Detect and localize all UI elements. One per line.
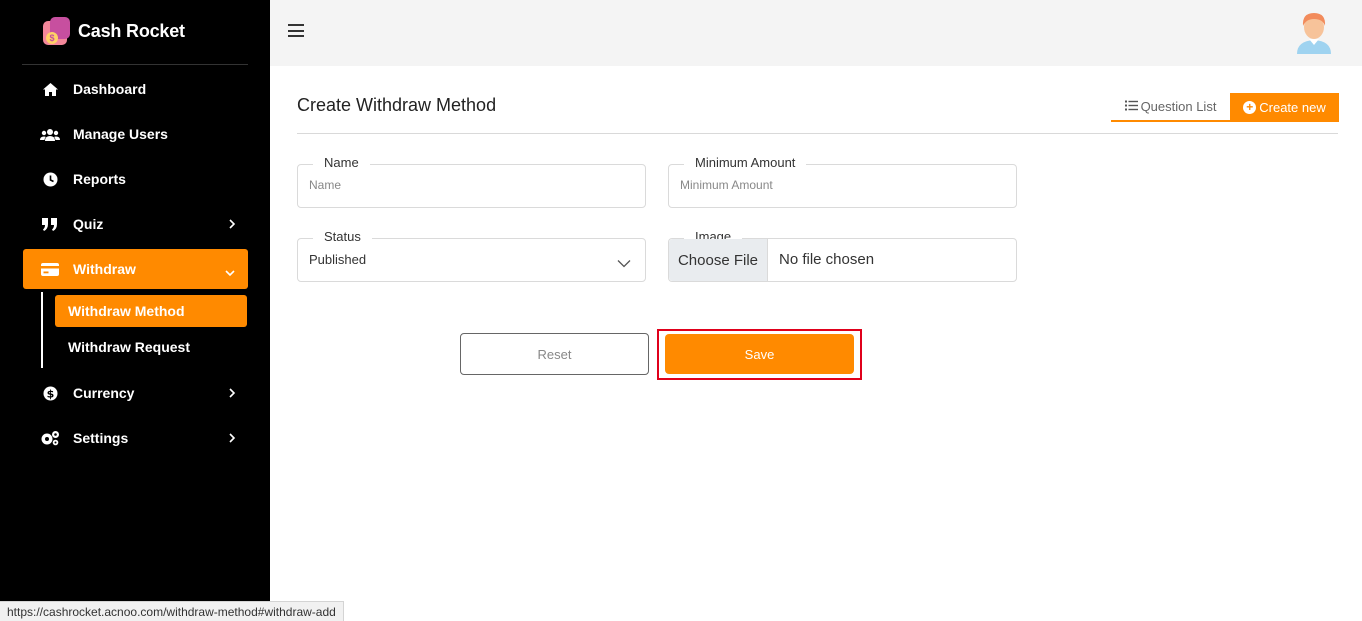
sidebar-subitem-label: Withdraw Method xyxy=(68,303,185,319)
sidebar-subitem-withdraw-method[interactable]: Withdraw Method xyxy=(55,295,247,327)
reset-button[interactable]: Reset xyxy=(460,333,649,375)
question-list-button[interactable]: Question List xyxy=(1111,93,1230,122)
sidebar-item-settings[interactable]: Settings xyxy=(23,418,248,458)
sidebar-item-label: Quiz xyxy=(73,216,104,232)
choose-file-button[interactable]: Choose File xyxy=(669,239,768,281)
sidebar-item-withdraw[interactable]: Withdraw xyxy=(23,249,248,289)
sidebar-item-label: Dashboard xyxy=(73,81,147,97)
status-bar-url: https://cashrocket.acnoo.com/withdraw-me… xyxy=(0,601,344,621)
status-select[interactable]: Status Published xyxy=(297,229,646,282)
topbar xyxy=(270,0,1362,66)
sidebar-item-label: Manage Users xyxy=(73,126,168,142)
create-new-label: Create new xyxy=(1259,100,1326,115)
chevron-right-icon xyxy=(228,431,236,447)
page-title: Create Withdraw Method xyxy=(297,95,497,115)
cash-rocket-logo-icon: $ xyxy=(40,15,71,47)
sidebar-item-reports[interactable]: Reports xyxy=(23,159,248,199)
hamburger-icon[interactable] xyxy=(288,24,304,37)
plus-circle-icon: + xyxy=(1243,101,1257,114)
credit-card-icon xyxy=(39,262,61,276)
name-label: Name xyxy=(313,155,370,170)
users-icon xyxy=(39,128,61,141)
home-icon xyxy=(39,82,61,97)
name-input[interactable] xyxy=(309,178,629,192)
sidebar-item-label: Reports xyxy=(73,171,126,187)
minimum-amount-input[interactable] xyxy=(680,178,1000,192)
status-label: Status xyxy=(313,229,372,244)
brand[interactable]: $ Cash Rocket xyxy=(40,14,185,48)
quote-icon xyxy=(39,217,61,231)
list-icon xyxy=(1124,99,1138,114)
name-field-group: Name xyxy=(297,155,646,208)
minimum-amount-label: Minimum Amount xyxy=(684,155,807,170)
sidebar: $ Cash Rocket Dashboard Manage Users Rep… xyxy=(0,0,270,621)
image-field-group: Image Choose File No file chosen xyxy=(668,229,1017,282)
sidebar-item-currency[interactable]: $ Currency xyxy=(23,373,248,413)
clock-icon xyxy=(39,172,61,187)
brand-name: Cash Rocket xyxy=(78,20,185,41)
chevron-down-icon xyxy=(617,255,631,273)
gears-icon xyxy=(39,430,61,446)
chevron-right-icon xyxy=(228,386,236,402)
sidebar-item-label: Withdraw xyxy=(73,261,136,277)
divider xyxy=(297,133,1338,134)
sidebar-item-label: Currency xyxy=(73,385,135,401)
submenu-line xyxy=(41,292,43,368)
svg-text:$: $ xyxy=(46,387,54,400)
sidebar-subitem-label: Withdraw Request xyxy=(68,339,190,355)
sidebar-item-quiz[interactable]: Quiz xyxy=(23,204,248,244)
sidebar-item-dashboard[interactable]: Dashboard xyxy=(23,69,248,109)
sidebar-subitem-withdraw-request[interactable]: Withdraw Request xyxy=(55,331,247,363)
question-list-label: Question List xyxy=(1140,99,1217,114)
user-avatar-icon[interactable] xyxy=(1294,10,1334,54)
dollar-circle-icon: $ xyxy=(39,386,61,401)
file-status-text: No file chosen xyxy=(779,251,875,268)
sidebar-item-manage-users[interactable]: Manage Users xyxy=(23,114,248,154)
chevron-down-icon xyxy=(224,264,236,280)
minimum-amount-field-group: Minimum Amount xyxy=(668,155,1017,208)
chevron-right-icon xyxy=(228,217,236,233)
status-selected-value: Published xyxy=(309,252,367,267)
sidebar-item-label: Settings xyxy=(73,430,129,446)
save-button[interactable]: Save xyxy=(665,334,854,374)
divider xyxy=(22,64,248,65)
create-new-button[interactable]: + Create new xyxy=(1230,93,1339,122)
